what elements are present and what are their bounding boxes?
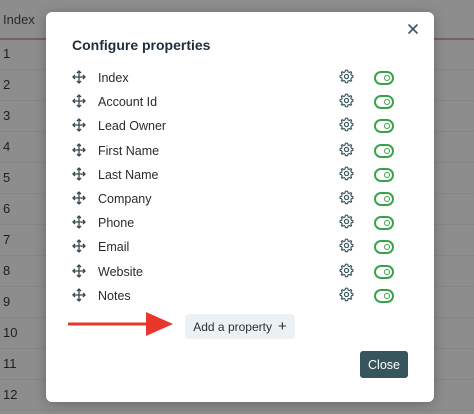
plus-icon: +	[277, 318, 287, 335]
table-row-index: 1	[3, 46, 11, 61]
property-label: Website	[98, 264, 143, 279]
drag-handle-icon[interactable]	[72, 142, 86, 157]
red-arrow-annotation	[68, 312, 173, 336]
gear-icon[interactable]	[339, 142, 354, 157]
property-label: Company	[98, 192, 152, 206]
property-label: Lead Owner	[98, 119, 167, 134]
property-label: Account Id	[98, 95, 158, 110]
toggle-knob	[384, 99, 390, 106]
visibility-toggle[interactable]	[374, 95, 394, 110]
toggle-knob	[384, 244, 390, 251]
visibility-toggle[interactable]	[374, 288, 394, 303]
property-row: Lead Owner	[72, 115, 402, 139]
table-row-index: 9	[3, 294, 11, 309]
table-row-index: 7	[3, 232, 11, 247]
table-row-index: 6	[3, 201, 11, 216]
property-label: Index	[98, 71, 129, 85]
gear-icon[interactable]	[339, 263, 354, 278]
visibility-toggle[interactable]	[374, 119, 394, 134]
property-row: Account Id	[72, 91, 402, 115]
toggle-knob	[384, 292, 390, 299]
toggle-knob	[384, 123, 390, 130]
drag-handle-icon[interactable]	[72, 70, 86, 84]
visibility-toggle[interactable]	[374, 71, 394, 85]
configure-properties-modal: Configure properties Index Account Id Lead…	[46, 12, 434, 402]
property-row: Index	[72, 67, 402, 91]
table-row-index: 2	[3, 77, 11, 92]
toggle-knob	[384, 171, 390, 178]
property-row: First Name	[72, 140, 402, 164]
drag-handle-icon[interactable]	[72, 287, 86, 302]
drag-handle-icon[interactable]	[72, 166, 86, 181]
table-row-index: 4	[3, 139, 11, 154]
drag-handle-icon[interactable]	[72, 94, 86, 109]
toggle-knob	[384, 196, 390, 202]
table-row-index: 12	[3, 387, 18, 402]
gear-icon[interactable]	[339, 238, 354, 253]
property-row: Last Name	[72, 164, 402, 188]
table-row-index: 5	[3, 170, 11, 185]
drag-handle-icon[interactable]	[72, 191, 86, 205]
visibility-toggle[interactable]	[374, 167, 394, 182]
property-row: Website	[72, 261, 402, 285]
property-row: Email	[72, 236, 402, 260]
property-label: Phone	[98, 216, 135, 231]
close-button[interactable]: Close	[360, 351, 408, 378]
drag-handle-icon[interactable]	[72, 215, 86, 230]
toggle-knob	[384, 220, 390, 227]
property-label: Last Name	[98, 167, 159, 182]
add-property-button[interactable]: Add a property +	[185, 314, 295, 339]
gear-icon[interactable]	[339, 214, 354, 229]
drag-handle-icon[interactable]	[72, 263, 86, 278]
visibility-toggle[interactable]	[374, 216, 394, 231]
gear-icon[interactable]	[339, 69, 354, 84]
table-row-index: 3	[3, 108, 11, 123]
table-row-index: 11	[3, 356, 17, 371]
visibility-toggle[interactable]	[374, 264, 394, 279]
gear-icon[interactable]	[339, 93, 354, 108]
drag-handle-icon[interactable]	[72, 118, 86, 133]
toggle-knob	[384, 147, 390, 154]
gear-icon[interactable]	[339, 117, 354, 132]
gear-icon[interactable]	[339, 166, 354, 181]
table-row-index: 10	[3, 325, 18, 340]
close-icon[interactable]	[406, 22, 420, 36]
property-row: Notes	[72, 285, 402, 309]
property-label: First Name	[98, 143, 160, 158]
property-row: Phone	[72, 212, 402, 236]
visibility-toggle[interactable]	[374, 143, 394, 158]
property-label: Email	[98, 240, 130, 255]
gear-icon[interactable]	[339, 287, 354, 302]
add-property-label: Add a property	[193, 319, 272, 334]
gear-icon[interactable]	[339, 190, 354, 205]
visibility-toggle[interactable]	[374, 192, 394, 206]
visibility-toggle[interactable]	[374, 240, 394, 255]
table-header-index: Index	[3, 12, 35, 27]
toggle-knob	[384, 268, 390, 275]
property-label: Notes	[98, 288, 131, 303]
modal-title: Configure properties	[72, 37, 211, 53]
property-row: Company	[72, 188, 402, 212]
drag-handle-icon[interactable]	[72, 239, 86, 254]
table-row-index: 8	[3, 263, 11, 278]
toggle-knob	[384, 75, 390, 81]
